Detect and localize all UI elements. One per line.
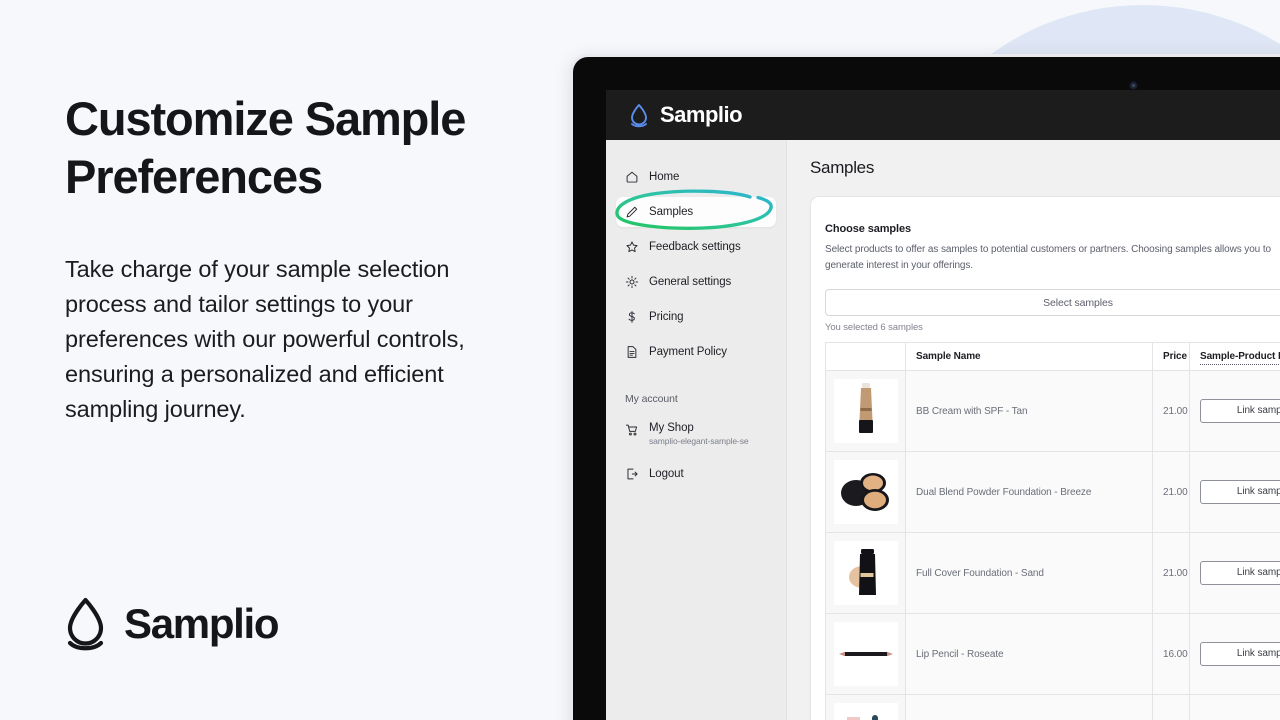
app-screen: Samplio Home Samples Feedback settings G…: [606, 90, 1280, 720]
page-headline: Customize Sample Preferences: [65, 92, 466, 204]
cell-link-action: Link sample: [1189, 613, 1280, 695]
column-header-price: Price: [1152, 342, 1190, 371]
sidebar-item-label: Logout: [649, 468, 684, 480]
sidebar-item-home[interactable]: Home: [616, 162, 776, 192]
choose-samples-card: Choose samples Select products to offer …: [810, 196, 1280, 720]
sidebar-item-feedback-settings[interactable]: Feedback settings: [616, 232, 776, 262]
link-sample-button[interactable]: Link sample: [1200, 480, 1280, 504]
cell-link-action: Link sample: [1189, 694, 1280, 720]
sidebar: Home Samples Feedback settings General s…: [606, 140, 787, 720]
table-row: Liquid Shimmer - Goldie 25.00 Link sampl…: [825, 694, 1280, 720]
water-drop-icon: [67, 597, 104, 651]
sidebar-item-label: Payment Policy: [649, 346, 727, 358]
lip-pencil-thumbnail: [834, 622, 898, 686]
app-topbar: Samplio: [606, 90, 1280, 140]
sidebar-item-sublabel: samplio-elegant-sample-se: [649, 436, 749, 446]
select-samples-dropdown[interactable]: Select samples: [825, 289, 1280, 316]
liquid-shimmer-thumbnail: [834, 703, 898, 720]
page-subcopy: Take charge of your sample selection pro…: [65, 256, 465, 422]
water-drop-icon: [631, 103, 647, 127]
home-icon: [626, 171, 638, 183]
cell-price: 21.00: [1152, 532, 1190, 614]
cell-link-action: Link sample: [1189, 370, 1280, 452]
cell-link-action: Link sample: [1189, 451, 1280, 533]
cell-price: 16.00: [1152, 613, 1190, 695]
promo-screenshot: Customize Sample Preferences Take charge…: [0, 0, 1280, 720]
sidebar-item-label: Feedback settings: [649, 241, 741, 253]
cell-sample-name: Dual Blend Powder Foundation - Breeze: [905, 451, 1153, 533]
screen-bezel: Samplio Home Samples Feedback settings G…: [573, 57, 1280, 720]
marketing-panel: Customize Sample Preferences Take charge…: [0, 0, 575, 720]
powder-compact-thumbnail: [834, 460, 898, 524]
webcam-icon: [1130, 82, 1137, 89]
cell-sample-name: Liquid Shimmer - Goldie: [905, 694, 1153, 720]
sidebar-item-label: Samples: [649, 206, 694, 218]
cell-thumbnail: [825, 370, 906, 452]
table-row: Lip Pencil - Roseate 16.00 Link sample: [825, 613, 1280, 695]
sidebar-item-general-settings[interactable]: General settings: [616, 267, 776, 297]
gear-icon: [625, 275, 639, 289]
sidebar-item-label: General settings: [649, 276, 732, 288]
cell-sample-name: BB Cream with SPF - Tan: [905, 370, 1153, 452]
cell-sample-name: Lip Pencil - Roseate: [905, 613, 1153, 695]
table-row: BB Cream with SPF - Tan 21.00 Link sampl…: [825, 370, 1280, 452]
cell-thumbnail: [825, 532, 906, 614]
table-row: Full Cover Foundation - Sand 21.00 Link …: [825, 532, 1280, 614]
cell-price: 21.00: [1152, 370, 1190, 452]
brand-lockup: Samplio: [64, 596, 280, 652]
link-sample-button[interactable]: Link sample: [1200, 642, 1280, 666]
column-header-sample-product-linking: Sample-Product Linking: [1189, 342, 1280, 371]
sidebar-item-my-shop[interactable]: My Shop samplio-elegant-sample-se: [616, 414, 776, 454]
bb-cream-tube-thumbnail: [834, 379, 898, 443]
cell-price: 25.00: [1152, 694, 1190, 720]
card-heading: Choose samples: [825, 223, 912, 235]
card-description: Select products to offer as samples to p…: [825, 244, 1271, 271]
sidebar-item-label: Pricing: [649, 311, 684, 323]
samples-table: Sample Name Price Sample-Product Linking: [825, 342, 1280, 720]
link-sample-button[interactable]: Link sample: [1200, 561, 1280, 585]
table-header-row: Sample Name Price Sample-Product Linking: [825, 342, 1280, 371]
link-sample-button[interactable]: Link sample: [1200, 399, 1280, 423]
main-content: Samples Choose samples Select products t…: [787, 140, 1280, 720]
dollar-icon: [628, 311, 635, 323]
star-icon: [626, 241, 638, 253]
cell-thumbnail: [825, 613, 906, 695]
sidebar-item-payment-policy[interactable]: Payment Policy: [616, 337, 776, 367]
pencil-icon: [626, 206, 638, 218]
cell-thumbnail: [825, 694, 906, 720]
sidebar-item-label: My Shop: [649, 422, 694, 434]
app-title: Samplio: [660, 102, 743, 127]
cell-thumbnail: [825, 451, 906, 533]
cell-link-action: Link sample: [1189, 532, 1280, 614]
column-header-sample-name: Sample Name: [905, 342, 1153, 371]
brand-wordmark: Samplio: [124, 600, 280, 647]
foundation-tube-thumbnail: [834, 541, 898, 605]
document-icon: [627, 346, 637, 358]
cell-price: 21.00: [1152, 451, 1190, 533]
sidebar-item-logout[interactable]: Logout: [616, 459, 776, 489]
sidebar-item-samples[interactable]: Samples: [615, 189, 776, 230]
sidebar-item-label: Home: [649, 171, 680, 183]
app-body: Home Samples Feedback settings General s…: [606, 140, 1280, 720]
logout-icon: [627, 468, 638, 480]
cell-sample-name: Full Cover Foundation - Sand: [905, 532, 1153, 614]
shopping-cart-icon: [625, 424, 638, 436]
page-title: Samples: [810, 158, 875, 177]
select-samples-placeholder: Select samples: [1043, 296, 1113, 309]
sidebar-item-pricing[interactable]: Pricing: [616, 302, 776, 332]
sidebar-group-label: My account: [625, 393, 678, 405]
laptop-device-frame: Samplio Home Samples Feedback settings G…: [570, 54, 1280, 720]
selection-count-text: You selected 6 samples: [825, 322, 923, 333]
column-header-thumbnail: [825, 342, 906, 371]
table-row: Dual Blend Powder Foundation - Breeze 21…: [825, 451, 1280, 533]
